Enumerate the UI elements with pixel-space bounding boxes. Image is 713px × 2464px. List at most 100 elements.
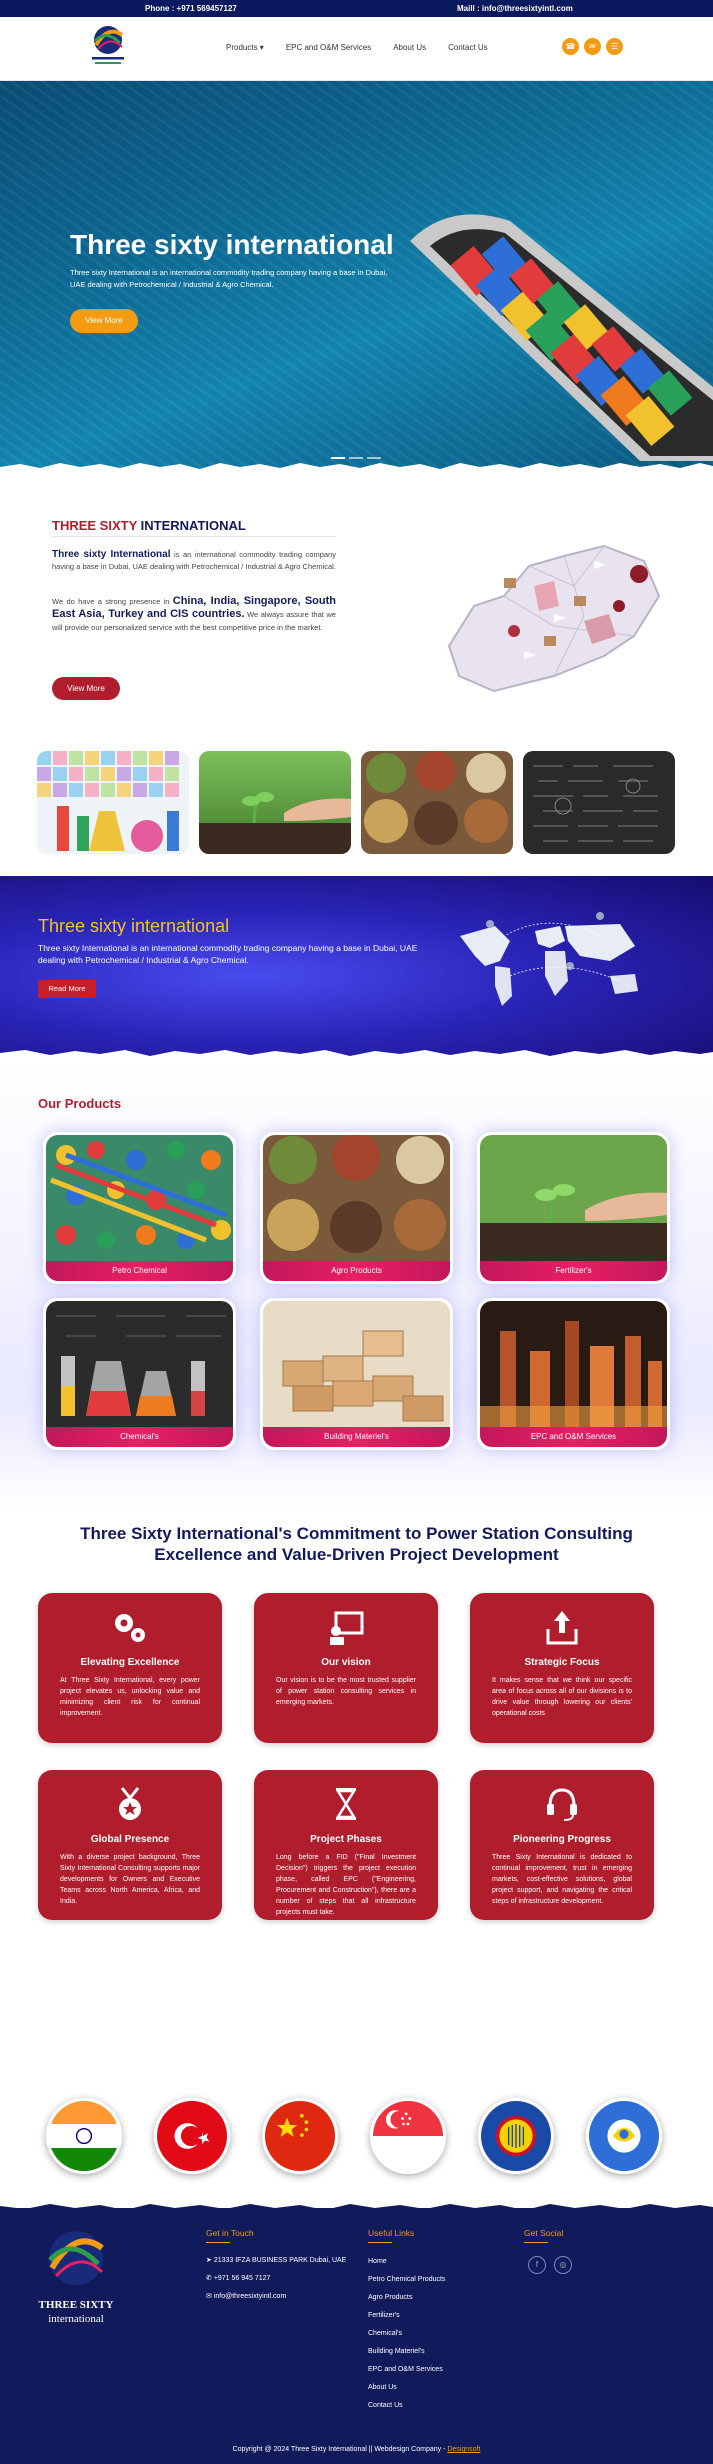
product-label: Building Materiel's [263,1427,450,1447]
product-card-epc-services[interactable]: EPC and O&M Services [477,1298,670,1450]
product-label: EPC and O&M Services [480,1427,667,1447]
nav-about[interactable]: About Us [393,43,426,52]
commitment-card: Pioneering Progress Three Sixty Internat… [470,1770,654,1920]
topbar-phone[interactable]: Phone : +971 569457127 [145,4,237,13]
cis-flag [586,2098,662,2174]
get-social-heading: Get Social [524,2228,564,2238]
card-title: Strategic Focus [524,1657,600,1668]
get-in-touch-heading: Get in Touch [206,2228,254,2238]
torn-edge [0,463,713,471]
mail-icon: ✉ [206,2293,214,2300]
about-view-more-button[interactable]: View More [52,677,120,700]
product-card-agro[interactable]: Agro Products [260,1132,453,1284]
footer-logo-line1: THREE SIXTY [39,2299,114,2311]
world-map-image [460,912,638,1006]
footer-link-contact[interactable]: Contact Us [368,2402,403,2409]
product-card-petro-chemical[interactable]: Petro Chemical [43,1132,236,1284]
address: ➤ 21333 IFZA BUSINESS PARK Dubai, UAE [206,2256,346,2264]
email-text: info@threesixtyintl.com [213,2293,287,2300]
about-title-red: THREE SIXTY [52,518,138,533]
about-section: THREE SIXTY INTERNATIONAL Three sixty In… [0,471,713,746]
phone[interactable]: ✆ +971 56 945 7127 [206,2274,270,2282]
china-flag [262,2098,338,2174]
card-text: At Three Sixty International, every powe… [60,1677,200,1717]
hero-text: Three sixty International is an internat… [70,268,388,289]
hourglass-icon [335,1788,357,1820]
nav-epc[interactable]: EPC and O&M Services [286,43,371,52]
turkey-flag [154,2098,230,2174]
purple-banner: Three sixty international Three sixty In… [0,876,713,1058]
gears-icon [115,1614,145,1642]
uae-map-image [447,544,661,693]
container-ship-image [410,214,713,461]
product-label: Chemical's [46,1427,233,1447]
designer-link[interactable]: Designsoft [447,2446,480,2453]
products-title: Our Products [38,1096,122,1111]
footer-link-home[interactable]: Home [368,2258,387,2265]
product-label: Petro Chemical [46,1261,233,1281]
hero-view-more-button[interactable]: View More [70,309,138,333]
menu-icon[interactable]: ☰ [606,38,623,55]
chemistry-board-tile-image [523,751,675,854]
asean-flag [478,2098,554,2174]
about-title-blue: INTERNATIONAL [137,518,246,533]
card-text: Long before a FID ("Final Investment Dec… [276,1854,416,1916]
top-bar: Phone : +971 569457127 Maill : info@thre… [0,0,713,17]
address-text: 21333 IFZA BUSINESS PARK Dubai, UAE [213,2257,347,2264]
product-card-chemicals[interactable]: Chemical's [43,1298,236,1450]
about-p2-pre: We do have a strong presence in [52,597,173,606]
chemicals-image [46,1301,233,1427]
hero-title: Three sixty international [70,229,394,260]
product-card-fertilizers[interactable]: Fertilizer's [477,1132,670,1284]
fertilizers-image [480,1135,667,1261]
commitment-card: Global Presence With a diverse project b… [38,1770,222,1920]
hero-slider: Three sixty international Three sixty In… [0,81,713,471]
footer-link-about[interactable]: About Us [368,2384,397,2391]
footer-link-petro[interactable]: Petro Chemical Products [368,2276,445,2283]
commitment-card: Project Phases Long before a FID ("Final… [254,1770,438,1920]
singapore-flag [370,2098,446,2174]
commitment-title: Three Sixty International's Commitment t… [80,1524,633,1564]
instagram-icon[interactable]: ◎ [554,2256,572,2274]
chemistry-tile-image [37,751,189,854]
topbar-mail[interactable]: Maill : info@threesixtyintl.com [457,4,573,13]
card-title: Global Presence [90,1834,170,1845]
footer-logo[interactable]: THREE SIXTY international [36,2228,116,2328]
mail-icon[interactable]: ✉ [584,38,601,55]
banner-read-more-button[interactable]: Read More [38,980,96,998]
footer-link-epc[interactable]: EPC and O&M Services [368,2366,443,2373]
phone-icon: ✆ [206,2275,214,2282]
seedling-tile-image [199,751,351,854]
country-flags [0,2068,713,2208]
phone-icon[interactable]: ☎ [562,38,579,55]
medal-icon [119,1787,141,1820]
commitment-card: Our vision Our vision is to be the most … [254,1593,438,1743]
footer-link-fertilizers[interactable]: Fertilizer's [368,2312,400,2319]
facebook-icon[interactable]: f [528,2256,546,2274]
agro-products-image [263,1135,450,1261]
footer-link-building[interactable]: Building Materiel's [368,2348,425,2355]
banner-text: Three sixty International is an internat… [38,943,418,965]
site-header: Products ▾ EPC and O&M Services About Us… [0,17,713,81]
location-icon: ➤ [206,2257,214,2264]
site-logo[interactable] [86,23,130,73]
email[interactable]: ✉ info@threesixtyintl.com [206,2292,286,2300]
footer-link-chemicals[interactable]: Chemical's [368,2330,402,2337]
footer-link-agro[interactable]: Agro Products [368,2294,412,2301]
card-text: It makes sense that we think our specifi… [492,1677,632,1717]
nav-contact[interactable]: Contact Us [448,43,488,52]
divider [52,536,336,537]
product-card-building-materials[interactable]: Building Materiel's [260,1298,453,1450]
commitment-card: Elevating Excellence At Three Sixty Inte… [38,1593,222,1743]
products-section: Our Products Petro Chemical Agro Product… [0,1058,713,1513]
card-title: Elevating Excellence [80,1657,180,1668]
card-text: Three Sixty International is dedicated t… [492,1854,632,1905]
product-label: Fertilizer's [480,1261,667,1281]
heading-underline [206,2242,230,2243]
grains-tile-image [361,751,513,854]
torn-edge [0,2204,713,2214]
copyright-text: Copyright @ 2024 Three Sixty Internation… [232,2446,448,2453]
commitment-card: Strategic Focus It makes sense that we t… [470,1593,654,1743]
banner-title: Three sixty international [38,916,230,936]
nav-products[interactable]: Products ▾ [226,43,264,52]
